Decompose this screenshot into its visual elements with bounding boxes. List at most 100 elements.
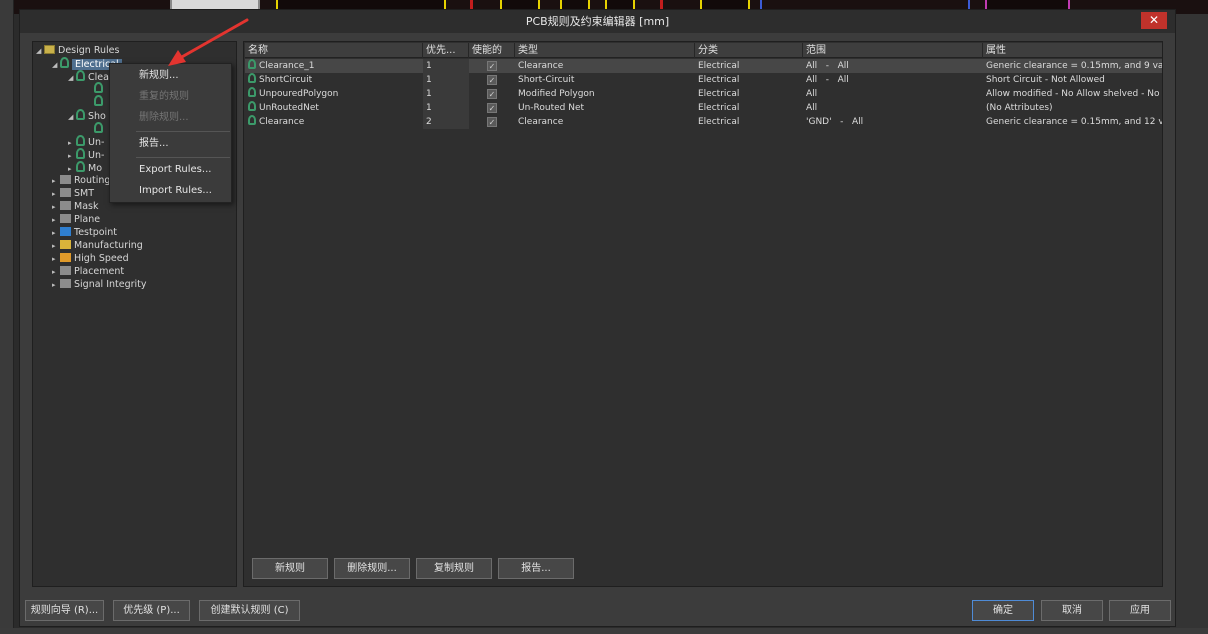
- rule-icon: [248, 87, 256, 97]
- table-row[interactable]: ShortCircuit 1 ✓ Short-Circuit Electrica…: [245, 73, 1162, 87]
- cell-priority[interactable]: 1: [423, 101, 469, 115]
- cell-category: Electrical: [698, 89, 740, 99]
- check-icon: ✓: [488, 62, 496, 71]
- ok-button[interactable]: 确定: [972, 600, 1034, 621]
- close-icon: ✕: [1148, 13, 1160, 27]
- menu-item-duplicate-rule[interactable]: 重复的规则: [110, 87, 231, 107]
- cancel-button[interactable]: 取消: [1041, 600, 1103, 621]
- enabled-checkbox[interactable]: ✓: [487, 89, 497, 99]
- cell-name-text: UnRoutedNet: [259, 103, 319, 113]
- menu-item-delete-rule[interactable]: 删除规则...: [110, 108, 231, 128]
- column-header-attributes[interactable]: 属性: [983, 43, 1162, 58]
- tree-item-mask[interactable]: ▸ Mask: [52, 200, 98, 213]
- cell-category: Electrical: [698, 61, 740, 71]
- copy-rule-button[interactable]: 复制规则: [416, 558, 492, 579]
- cell-name: UnRoutedNet: [245, 101, 423, 115]
- rule-icon: [76, 148, 85, 159]
- cell-name: UnpouredPolygon: [245, 87, 423, 101]
- cell-name-text: Clearance_1: [259, 61, 315, 71]
- placement-icon: [60, 266, 71, 275]
- tree-item-short-child[interactable]: [94, 122, 106, 135]
- rule-icon: [94, 82, 103, 93]
- tree-item-short-circuit[interactable]: ◢ Sho: [68, 109, 106, 122]
- status-strip: [0, 628, 1208, 634]
- menu-item-report[interactable]: 报告...: [110, 134, 231, 154]
- rule-icon: [76, 70, 85, 81]
- rule-icon: [248, 73, 256, 83]
- tree-item-routing[interactable]: ▸ Routing: [52, 174, 110, 187]
- menu-item-new-rule[interactable]: 新规则...: [110, 66, 231, 86]
- cell-priority[interactable]: 2: [423, 115, 469, 129]
- menu-item-import-rules[interactable]: Import Rules...: [110, 181, 231, 201]
- tree-item-testpoint[interactable]: ▸ Testpoint: [52, 226, 117, 239]
- check-icon: ✓: [488, 104, 496, 113]
- collapse-icon[interactable]: ▸: [52, 279, 60, 292]
- expand-icon[interactable]: ◢: [52, 59, 60, 72]
- check-icon: ✓: [488, 76, 496, 85]
- column-header-category[interactable]: 分类: [695, 43, 803, 58]
- cell-scope: All: [806, 103, 818, 113]
- tree-item-placement[interactable]: ▸ Placement: [52, 265, 124, 278]
- expand-icon[interactable]: ◢: [36, 45, 44, 58]
- apply-button[interactable]: 应用: [1109, 600, 1171, 621]
- tree-item-plane[interactable]: ▸ Plane: [52, 213, 100, 226]
- expand-icon[interactable]: ◢: [68, 111, 76, 124]
- menu-item-export-rules[interactable]: Export Rules...: [110, 160, 231, 180]
- cell-attributes: Short Circuit - Not Allowed: [986, 75, 1105, 85]
- tree-item-high-speed[interactable]: ▸ High Speed: [52, 252, 129, 265]
- cell-name: ShortCircuit: [245, 73, 423, 87]
- tree-item-modified-polygon[interactable]: ▸ Mo: [68, 161, 102, 174]
- tree-item-clearance-child[interactable]: [94, 82, 106, 95]
- manufacturing-icon: [60, 240, 71, 249]
- tree-item-clearance-child[interactable]: [94, 95, 106, 108]
- column-header-name[interactable]: 名称: [245, 43, 423, 58]
- tree-item-signal-integrity[interactable]: ▸ Signal Integrity: [52, 278, 147, 291]
- dialog-titlebar[interactable]: PCB规则及约束编辑器 [mm] ✕: [20, 10, 1175, 33]
- check-icon: ✓: [488, 118, 496, 127]
- menu-separator: [136, 131, 230, 132]
- tree-item-manufacturing[interactable]: ▸ Manufacturing: [52, 239, 143, 252]
- expand-icon[interactable]: ◢: [68, 72, 76, 85]
- tree-item-smt[interactable]: ▸ SMT: [52, 187, 94, 200]
- column-header-scope[interactable]: 范围: [803, 43, 983, 58]
- table-row[interactable]: Clearance 2 ✓ Clearance Electrical 'GND'…: [245, 115, 1162, 129]
- table-row[interactable]: Clearance_1 1 ✓ Clearance Electrical All…: [245, 59, 1162, 73]
- cell-category: Electrical: [698, 117, 740, 127]
- cell-category: Electrical: [698, 103, 740, 113]
- rule-icon: [76, 135, 85, 146]
- cell-type: Modified Polygon: [518, 89, 595, 99]
- cell-type: Clearance: [518, 61, 564, 71]
- table-row[interactable]: UnRoutedNet 1 ✓ Un-Routed Net Electrical…: [245, 101, 1162, 115]
- priorities-button[interactable]: 优先级 (P)...: [113, 600, 190, 621]
- smt-icon: [60, 188, 71, 197]
- cell-scope: All: [806, 89, 818, 99]
- enabled-checkbox[interactable]: ✓: [487, 117, 497, 127]
- tree-label: High Speed: [74, 253, 129, 264]
- column-header-type[interactable]: 类型: [515, 43, 695, 58]
- tree-item-unconnected[interactable]: ▸ Un-: [68, 148, 104, 161]
- tree-label: Un-: [88, 150, 105, 161]
- cell-category: Electrical: [698, 75, 740, 85]
- rule-icon: [76, 109, 85, 120]
- rule-wizard-button[interactable]: 规则向导 (R)...: [25, 600, 104, 621]
- new-rule-button[interactable]: 新规则: [252, 558, 328, 579]
- create-default-rules-button[interactable]: 创建默认规则 (C): [199, 600, 300, 621]
- table-row[interactable]: UnpouredPolygon 1 ✓ Modified Polygon Ele…: [245, 87, 1162, 101]
- delete-rule-button[interactable]: 删除规则...: [334, 558, 410, 579]
- report-button[interactable]: 报告...: [498, 558, 574, 579]
- cell-priority[interactable]: 1: [423, 73, 469, 87]
- column-header-enabled[interactable]: 使能的: [469, 43, 515, 58]
- context-menu: 新规则... 重复的规则 删除规则... 报告... Export Rules.…: [109, 63, 232, 203]
- enabled-checkbox[interactable]: ✓: [487, 75, 497, 85]
- cell-priority[interactable]: 1: [423, 59, 469, 73]
- tree-item-unrouted[interactable]: ▸ Un-: [68, 135, 104, 148]
- close-button[interactable]: ✕: [1141, 12, 1167, 29]
- enabled-checkbox[interactable]: ✓: [487, 61, 497, 71]
- check-icon: ✓: [488, 90, 496, 99]
- cell-scope: All - All: [806, 61, 849, 71]
- enabled-checkbox[interactable]: ✓: [487, 103, 497, 113]
- tree-item-design-rules[interactable]: ◢ Design Rules: [36, 44, 119, 57]
- cell-priority[interactable]: 1: [423, 87, 469, 101]
- cell-scope: 'GND' - All: [806, 117, 864, 127]
- column-header-priority[interactable]: 优先...: [423, 43, 469, 58]
